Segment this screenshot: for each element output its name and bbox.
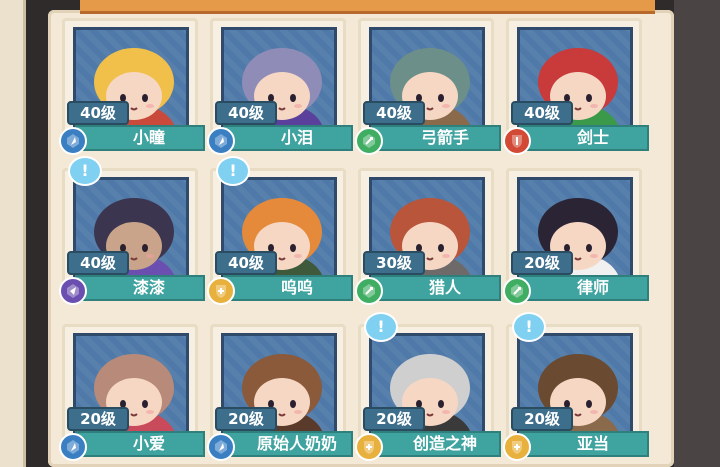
character-card[interactable]: 20级原始人奶奶 <box>207 324 353 461</box>
name-bar: 小瞳 <box>75 125 205 151</box>
character-name: 小泪 <box>280 128 313 147</box>
name-bar: 剑士 <box>519 125 649 151</box>
character-name: 漆漆 <box>132 278 165 297</box>
character-name: 弓箭手 <box>420 128 469 147</box>
name-bar: 创造之神 <box>371 431 501 457</box>
level-badge: 40级 <box>215 101 277 125</box>
character-card[interactable]: 40级 剑士 <box>503 18 649 155</box>
name-bar: 小爱 <box>75 431 205 457</box>
mage-class-icon <box>207 127 235 155</box>
ranger-class-icon <box>355 127 383 155</box>
character-card[interactable]: 30级 猎人 <box>355 168 501 305</box>
character-card[interactable]: 20级 亚当 <box>503 324 649 461</box>
character-name: 小瞳 <box>132 128 165 147</box>
level-badge: 30级 <box>363 251 425 275</box>
ranger-class-icon <box>355 277 383 305</box>
level-badge: 40级 <box>67 251 129 275</box>
name-bar: 小泪 <box>223 125 353 151</box>
support-class-icon <box>207 277 235 305</box>
ranger-class-icon <box>503 277 531 305</box>
mage-class-icon <box>59 127 87 155</box>
name-bar: 亚当 <box>519 431 649 457</box>
assassin-class-icon <box>59 277 87 305</box>
level-badge: 40级 <box>215 251 277 275</box>
character-card[interactable]: 20级创造之神 <box>355 324 501 461</box>
name-bar: 呜呜 <box>223 275 353 301</box>
level-badge: 20级 <box>363 407 425 431</box>
name-bar: 猎人 <box>371 275 501 301</box>
name-bar: 原始人奶奶 <box>223 431 353 457</box>
character-card[interactable]: 40级 小瞳 <box>59 18 205 155</box>
support-class-icon <box>503 433 531 461</box>
name-bar: 漆漆 <box>75 275 205 301</box>
character-name: 律师 <box>576 278 609 297</box>
character-name: 猎人 <box>428 278 461 297</box>
character-name: 亚当 <box>576 434 609 453</box>
character-card[interactable]: 20级 律师 <box>503 168 649 305</box>
level-badge: 20级 <box>511 251 573 275</box>
character-card[interactable]: 40级 呜呜 <box>207 168 353 305</box>
level-badge: 20级 <box>511 407 573 431</box>
level-badge: 40级 <box>511 101 573 125</box>
character-card[interactable]: 40级弓箭手 <box>355 18 501 155</box>
level-badge: 20级 <box>215 407 277 431</box>
mage-class-icon <box>59 433 87 461</box>
character-card[interactable]: 40级 小泪 <box>207 18 353 155</box>
notification-bubble-icon[interactable]: ! <box>364 312 398 342</box>
name-bar: 弓箭手 <box>371 125 501 151</box>
character-name: 创造之神 <box>412 434 477 453</box>
level-badge: 20级 <box>67 407 129 431</box>
character-name: 剑士 <box>576 128 609 147</box>
character-name: 呜呜 <box>280 278 313 297</box>
name-bar: 律师 <box>519 275 649 301</box>
character-card[interactable]: 40级 漆漆 <box>59 168 205 305</box>
notification-bubble-icon[interactable]: ! <box>512 312 546 342</box>
character-name: 小爱 <box>132 434 165 453</box>
level-badge: 40级 <box>67 101 129 125</box>
mage-class-icon <box>207 433 235 461</box>
character-grid: 40级 小瞳 40级 小泪 40级 弓箭手 40级 剑士 40级 漆漆! 40级 呜呜! 30级 猎人 20… <box>0 0 720 467</box>
level-badge: 40级 <box>363 101 425 125</box>
support-class-icon <box>355 433 383 461</box>
notification-bubble-icon[interactable]: ! <box>68 156 102 186</box>
character-card[interactable]: 20级 小爱 <box>59 324 205 461</box>
notification-bubble-icon[interactable]: ! <box>216 156 250 186</box>
warrior-class-icon <box>503 127 531 155</box>
character-name: 原始人奶奶 <box>256 434 337 453</box>
